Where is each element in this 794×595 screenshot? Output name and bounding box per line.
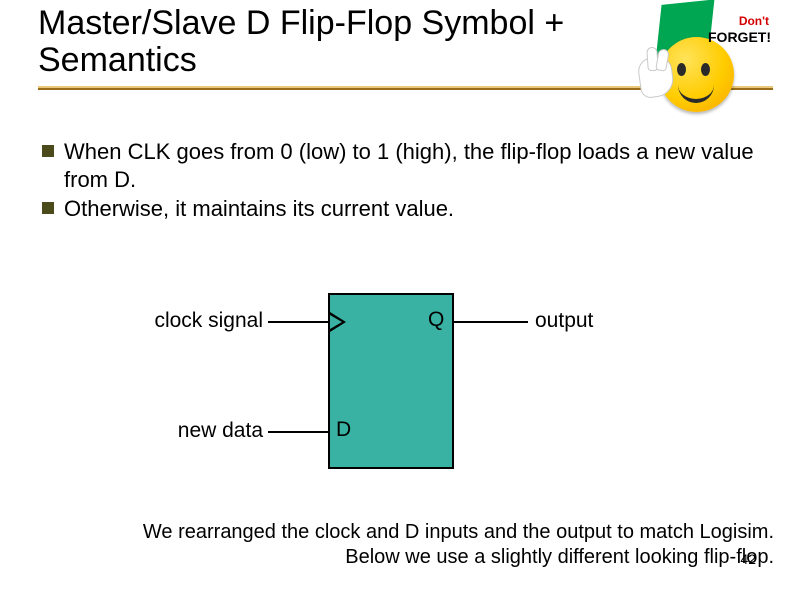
output-label: output bbox=[535, 309, 593, 333]
footer-note: We rearranged the clock and D inputs and… bbox=[60, 520, 774, 570]
bullet-item: When CLK goes from 0 (low) to 1 (high), … bbox=[42, 138, 762, 193]
pin-q-label: Q bbox=[428, 308, 444, 332]
new-data-label: new data bbox=[120, 419, 263, 443]
flipflop-diagram: clock signal new data output Q D bbox=[120, 275, 680, 485]
footer-note-line1: We rearranged the clock and D inputs and… bbox=[143, 521, 774, 543]
wire-clock bbox=[268, 321, 328, 323]
slide-title: Master/Slave D Flip-Flop Symbol + Semant… bbox=[38, 5, 688, 80]
wire-output bbox=[450, 321, 528, 323]
bullet-item: Otherwise, it maintains its current valu… bbox=[42, 195, 762, 223]
page-number: 42 bbox=[740, 551, 756, 567]
bullet-list: When CLK goes from 0 (low) to 1 (high), … bbox=[42, 138, 762, 225]
dont-forget-sticker: Don't FORGET! bbox=[619, 2, 769, 117]
clock-edge-triangle-icon bbox=[330, 312, 346, 332]
bullet-text: Otherwise, it maintains its current valu… bbox=[64, 195, 454, 223]
footer-note-line2: Below we use a slightly different lookin… bbox=[345, 546, 774, 568]
bullet-icon bbox=[42, 202, 54, 214]
slide-title-block: Master/Slave D Flip-Flop Symbol + Semant… bbox=[38, 5, 688, 80]
crossed-fingers-icon bbox=[639, 57, 677, 105]
wire-data bbox=[268, 431, 328, 433]
bullet-text: When CLK goes from 0 (low) to 1 (high), … bbox=[64, 138, 762, 193]
sticker-text-dont: Don't bbox=[739, 14, 769, 28]
pin-d-label: D bbox=[336, 418, 351, 442]
sticker-text-forget: FORGET! bbox=[708, 29, 771, 45]
clock-signal-label: clock signal bbox=[120, 309, 263, 333]
bullet-icon bbox=[42, 145, 54, 157]
